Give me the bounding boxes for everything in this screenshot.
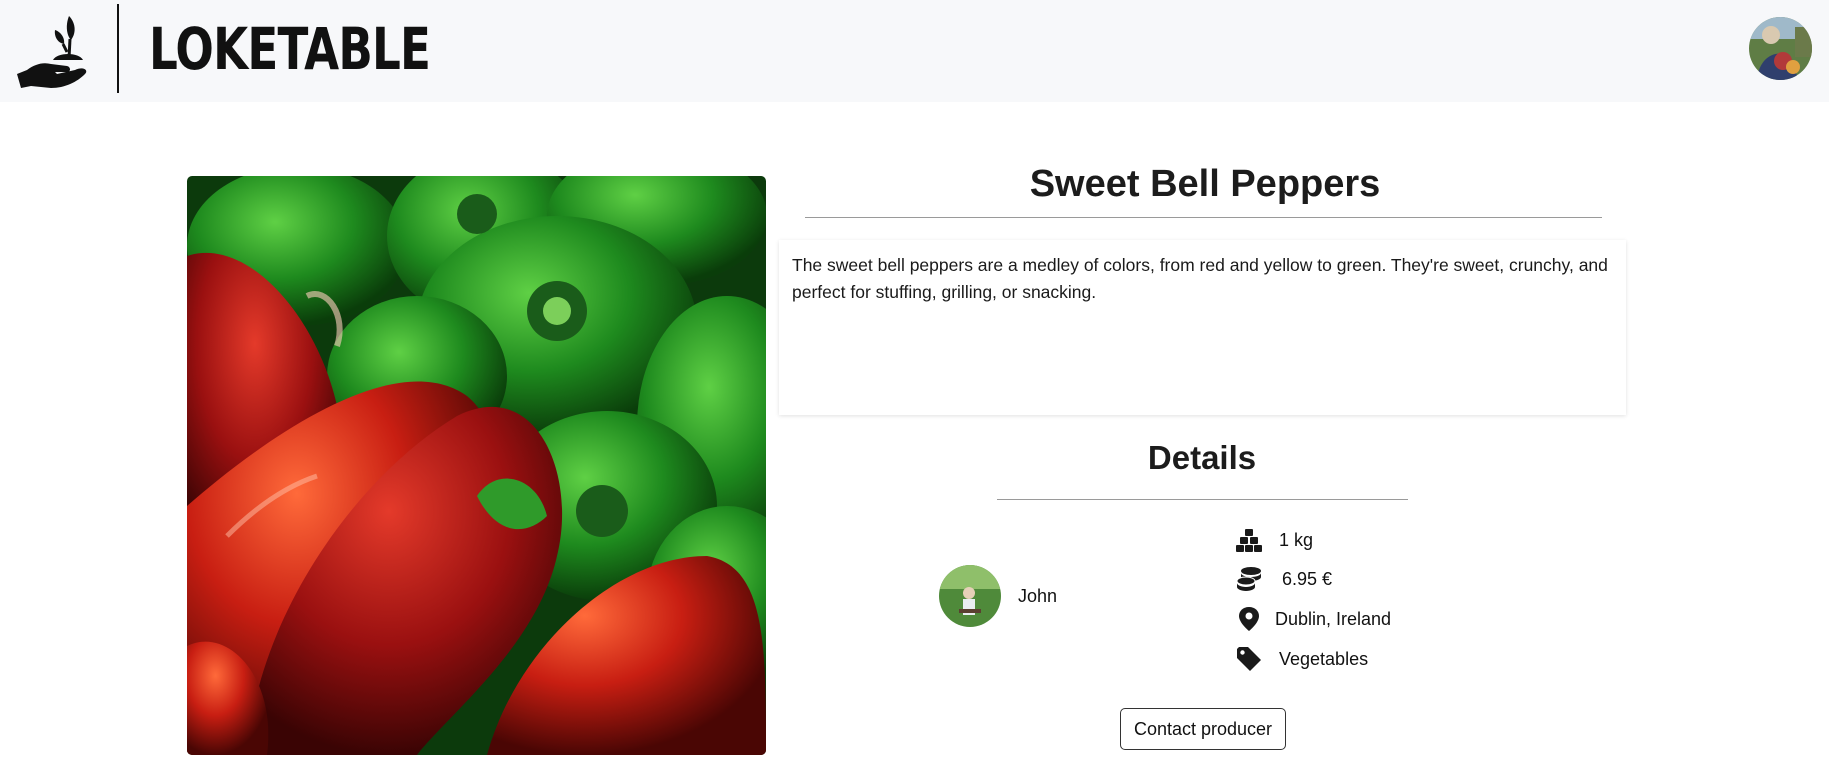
boxes-icon (1236, 529, 1262, 552)
contact-producer-button[interactable]: Contact producer (1120, 708, 1286, 750)
coins-icon (1236, 567, 1261, 591)
logo-divider (117, 4, 119, 93)
location-value: Dublin, Ireland (1275, 609, 1392, 629)
user-avatar[interactable] (1749, 17, 1812, 80)
details-heading: Details (1147, 439, 1257, 476)
product-title: Sweet Bell Peppers (1029, 163, 1381, 205)
price-value: 6.95 € (1282, 569, 1333, 589)
title-divider (805, 217, 1602, 218)
product-image (187, 176, 766, 755)
category-value[interactable]: Vegetables (1279, 646, 1368, 672)
location-pin-icon (1239, 607, 1259, 631)
product-description: The sweet bell peppers are a medley of c… (779, 240, 1626, 415)
top-header: LOKETABLE (0, 0, 1829, 102)
quantity-value: 1 kg (1279, 530, 1314, 550)
producer-name[interactable]: John (1018, 583, 1057, 609)
producer-avatar[interactable] (939, 565, 1001, 627)
brand-name[interactable]: LOKETABLE (149, 14, 431, 84)
details-divider (997, 499, 1408, 500)
hand-plant-icon[interactable] (17, 14, 89, 90)
tag-icon (1237, 647, 1261, 671)
